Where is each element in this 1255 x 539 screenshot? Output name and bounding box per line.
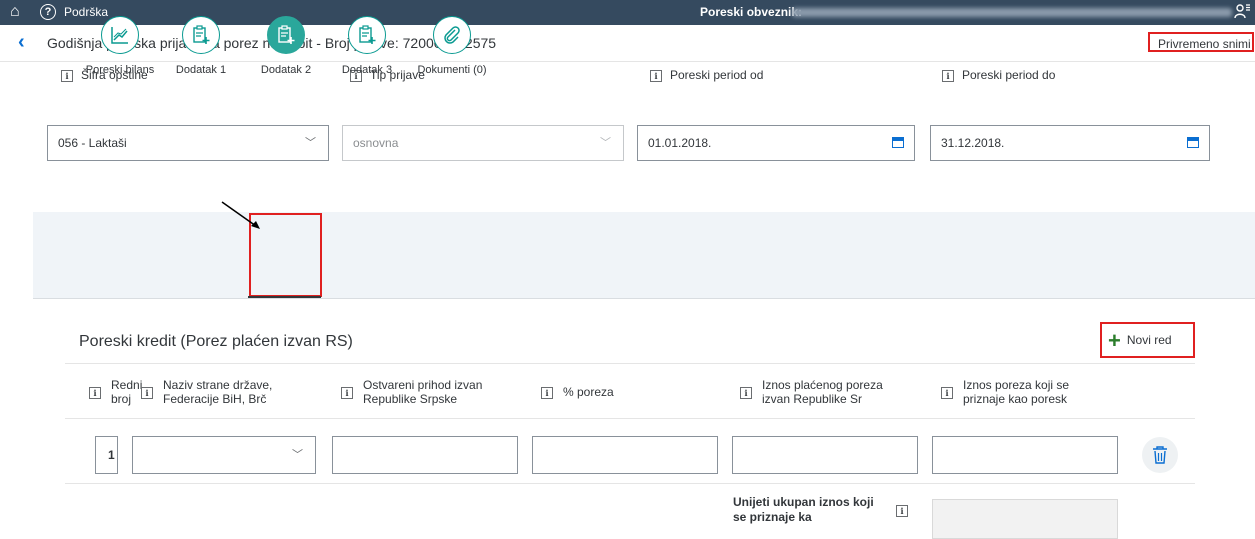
- annotation-arrow: [221, 201, 260, 229]
- priznati-porez-input[interactable]: [932, 436, 1118, 474]
- calendar-icon[interactable]: [1187, 137, 1199, 148]
- tab-label: Dodatak 1: [175, 64, 227, 76]
- add-row-label: Novi red: [1126, 333, 1172, 347]
- help-icon[interactable]: ?: [40, 4, 56, 20]
- selected-tab-indicator: [248, 296, 321, 298]
- divider: [65, 363, 1195, 364]
- divider: [65, 483, 1195, 484]
- back-icon[interactable]: ‹: [18, 32, 25, 52]
- drzava-select[interactable]: ﹀: [132, 436, 316, 474]
- taxpayer-label: Poreski obveznik:: [700, 5, 803, 19]
- save-draft-button[interactable]: Privremeno snimi: [1148, 32, 1254, 52]
- delete-row-button[interactable]: [1142, 437, 1178, 473]
- chevron-down-icon[interactable]: ﹀: [292, 437, 303, 473]
- tab-label: Poreski bilans: [85, 64, 155, 76]
- opstina-value: 056 - Laktaši: [58, 136, 127, 150]
- info-icon[interactable]: i: [61, 69, 73, 82]
- tab-dodatak-2[interactable]: Dodatak 2: [252, 16, 320, 76]
- clipboard-add-icon: [348, 16, 386, 54]
- period-do-value: 31.12.2018.: [941, 136, 1005, 150]
- info-icon[interactable]: i: [341, 387, 353, 399]
- home-icon[interactable]: ⌂: [10, 3, 20, 21]
- section-title: Poreski kredit (Porez plaćen izvan RS): [79, 333, 353, 350]
- procenat-input[interactable]: [532, 436, 718, 474]
- trash-icon: [1153, 446, 1167, 464]
- tab-label: Dodatak 3: [341, 64, 393, 76]
- tip-prijave-select: osnovna ﹀: [342, 125, 624, 161]
- info-icon[interactable]: i: [941, 387, 953, 399]
- info-icon[interactable]: i: [942, 69, 954, 82]
- period-od-label: i Poreski period od: [650, 68, 763, 82]
- prihod-input[interactable]: [332, 436, 518, 474]
- total-label: Unijeti ukupan iznos koji se priznaje ka: [733, 495, 874, 524]
- user-menu-icon[interactable]: [1234, 3, 1250, 23]
- info-icon[interactable]: i: [896, 505, 908, 517]
- info-icon[interactable]: i: [141, 387, 153, 399]
- divider: [65, 418, 1195, 419]
- tab-dodatak-3[interactable]: Dodatak 3: [336, 16, 398, 76]
- tab-label: Dokumenti (0): [417, 64, 487, 76]
- period-od-value: 01.01.2018.: [648, 136, 712, 150]
- total-field: [932, 499, 1118, 539]
- tab-dokumenti[interactable]: Dokumenti (0): [412, 16, 492, 76]
- info-icon[interactable]: i: [650, 69, 662, 82]
- info-icon[interactable]: i: [541, 387, 553, 399]
- redni-broj-field[interactable]: 1: [95, 436, 118, 474]
- info-icon[interactable]: i: [89, 387, 101, 399]
- calendar-icon[interactable]: [892, 137, 904, 148]
- plus-icon: +: [1108, 327, 1121, 353]
- period-od-datepicker[interactable]: 01.01.2018.: [637, 125, 915, 161]
- add-row-button[interactable]: + Novi red: [1100, 322, 1195, 358]
- chevron-down-icon: ﹀: [600, 137, 611, 149]
- clipboard-add-icon: [267, 16, 305, 54]
- opstina-select[interactable]: 056 - Laktaši ﹀: [47, 125, 329, 161]
- chart-icon: [101, 16, 139, 54]
- paperclip-icon: [433, 16, 471, 54]
- period-do-label: i Poreski period do: [942, 68, 1055, 82]
- icon-tab-bar: [33, 212, 1255, 299]
- tab-poreski-bilans[interactable]: Poreski bilans: [80, 16, 160, 76]
- info-icon[interactable]: i: [740, 387, 752, 399]
- placeni-porez-input[interactable]: [732, 436, 918, 474]
- tab-dodatak-1[interactable]: Dodatak 1: [170, 16, 232, 76]
- chevron-down-icon[interactable]: ﹀: [305, 126, 316, 160]
- tab-label: Dodatak 2: [260, 64, 312, 76]
- clipboard-add-icon: [182, 16, 220, 54]
- tip-prijave-value: osnovna: [353, 136, 399, 150]
- period-do-datepicker[interactable]: 31.12.2018.: [930, 125, 1210, 161]
- taxpayer-name-redacted: [792, 8, 1232, 17]
